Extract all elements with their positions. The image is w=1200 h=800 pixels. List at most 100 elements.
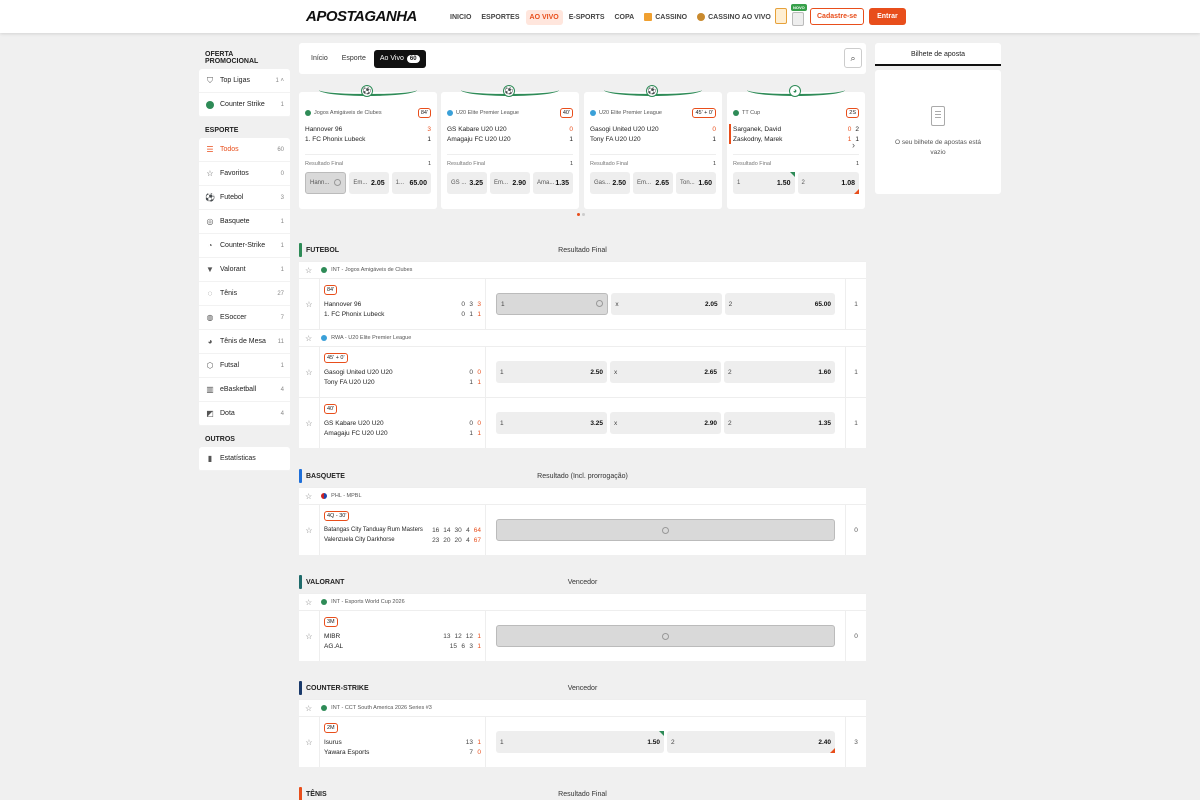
featured-card[interactable]: ◕ TT Cup 2S Sarganek, David 0 2 Zaskodny, M… <box>727 85 865 209</box>
match-info[interactable]: 4Q - 30' Batangas City Tanduay Rum Maste… <box>320 505 486 555</box>
sidebar-item-counter-strike[interactable]: ◔ Counter-Strike 1 <box>199 234 290 258</box>
nav-esportes[interactable]: ESPORTES <box>477 10 523 25</box>
match-row[interactable]: ☆ 45' + 0' Gasogi United U20 U20 0 0 Tony … <box>299 346 866 397</box>
star-icon[interactable]: ☆ <box>305 598 312 607</box>
tab-ao-vivo[interactable]: Ao Vivo 60 <box>373 49 426 68</box>
odd-button-locked[interactable] <box>496 519 835 541</box>
star-icon[interactable]: ☆ <box>299 505 320 555</box>
star-icon[interactable]: ☆ <box>299 398 320 448</box>
match-row[interactable]: ☆ 40' GS Kabare U20 U20 0 0 Amagaju FC U20… <box>299 397 866 448</box>
section-header[interactable]: VALORANT Vencedor <box>299 571 866 593</box>
more-markets[interactable]: 3 <box>845 717 866 767</box>
match-info[interactable]: 3M MIBR 13 12 12 1 AG.AL 15 6 3 1 <box>320 611 486 661</box>
sidebar-item-valorant[interactable]: ▼ Valorant 1 <box>199 258 290 282</box>
nav-copa[interactable]: COPA <box>611 10 639 25</box>
star-icon[interactable]: ☆ <box>305 334 312 343</box>
sidebar-item-basquete[interactable]: ◎ Basquete 1 <box>199 210 290 234</box>
match-info[interactable]: 45' + 0' Gasogi United U20 U20 0 0 Tony FA… <box>320 347 486 397</box>
more-markets[interactable]: 0 <box>845 505 866 555</box>
league-row[interactable]: ☆ INT - Jogos Amigáveis de Clubes <box>299 261 866 278</box>
odd-button-home[interactable]: Hann... <box>305 172 347 194</box>
nav-ao-vivo[interactable]: AO VIVO <box>525 9 563 25</box>
sidebar-item-futsal[interactable]: ⬡ Futsal 1 <box>199 354 290 378</box>
odd-button-draw[interactable]: x 2.90 <box>610 412 721 434</box>
star-icon[interactable]: ☆ <box>299 347 320 397</box>
search-button[interactable]: ⌕ <box>844 48 862 68</box>
logo[interactable]: APOSTAGANHA <box>306 8 417 25</box>
odd-button-locked[interactable] <box>496 625 835 647</box>
odd-button-home[interactable]: 1 3.25 <box>496 412 607 434</box>
featured-card[interactable]: ⚽ U20 Elite Premier League 45' + 0' Gasog… <box>584 85 722 209</box>
more-markets[interactable]: 1 <box>845 398 866 448</box>
odd-button-away[interactable]: 1... 65.00 <box>391 172 431 194</box>
odd-button-home[interactable]: Gas... 2.50 <box>590 172 630 194</box>
more-markets[interactable]: 0 <box>845 611 866 661</box>
carousel-dot[interactable] <box>577 213 580 216</box>
section-header[interactable]: FUTEBOL Resultado Final <box>299 239 866 261</box>
odd-button-away[interactable]: 2 2.40 <box>667 731 835 753</box>
league-row[interactable]: ☆ PHL - MPBL <box>299 487 866 504</box>
section-header[interactable]: BASQUETE Resultado (Incl. prorrogação) <box>299 465 866 487</box>
star-icon[interactable]: ☆ <box>299 611 320 661</box>
match-row[interactable]: ☆ 84' Hannover 96 0 3 3 1. FC Phonix Lubeck… <box>299 278 866 329</box>
odd-button-home[interactable]: 1 1.50 <box>496 731 664 753</box>
featured-card[interactable]: ⚽ U20 Elite Premier League 40' GS Kabare … <box>441 85 579 209</box>
chevron-right-icon[interactable]: › <box>852 140 855 150</box>
odd-button-draw[interactable]: Em... 2.65 <box>633 172 673 194</box>
odd-button-draw[interactable]: x 2.65 <box>610 361 721 383</box>
sidebar-item-tenis[interactable]: ◌ Tênis 27 <box>199 282 290 306</box>
section-header[interactable]: TÊNIS Resultado Final <box>299 783 866 800</box>
novo-button[interactable]: NOVO <box>791 4 807 26</box>
bet-slip-title[interactable]: Bilhete de aposta <box>875 43 1001 66</box>
odd-button-away[interactable]: 2 1.60 <box>724 361 835 383</box>
league-row[interactable]: ☆ INT - Esports World Cup 2026 <box>299 593 866 610</box>
odd-button-home[interactable]: 1 <box>496 293 609 315</box>
sidebar-item-estatisticas[interactable]: ▮ Estatísticas <box>199 447 290 471</box>
odd-button-away[interactable]: Ton... 1.60 <box>676 172 716 194</box>
match-info[interactable]: 40' GS Kabare U20 U20 0 0 Amagaju FC U20 U… <box>320 398 486 448</box>
match-row[interactable]: ☆ 4Q - 30' Batangas City Tanduay Rum Mas… <box>299 504 866 555</box>
odd-button-draw[interactable]: x 2.05 <box>611 293 722 315</box>
odd-button-away[interactable]: Ama... 1.35 <box>533 172 573 194</box>
login-button[interactable]: Entrar <box>869 7 906 25</box>
star-icon[interactable]: ☆ <box>305 492 312 501</box>
tab-inicio[interactable]: Início <box>305 50 334 67</box>
star-icon[interactable]: ☆ <box>299 717 320 767</box>
odd-button-draw[interactable]: Em... 2.05 <box>349 172 389 194</box>
sidebar-item-todos[interactable]: ☰ Todos 60 <box>199 138 290 162</box>
gift-icon[interactable] <box>775 8 787 24</box>
sidebar-item-top-ligas[interactable]: ⛉ Top Ligas 1 ˄ <box>199 69 290 93</box>
odd-button-home[interactable]: 1 1.50 <box>733 172 795 194</box>
star-icon[interactable]: ☆ <box>305 704 312 713</box>
more-markets[interactable]: 1 <box>845 347 866 397</box>
more-markets[interactable]: 1 <box>845 279 866 329</box>
carousel-dot[interactable] <box>582 213 585 216</box>
featured-card[interactable]: ⚽ Jogos Amigáveis de Clubes 84' Hannover … <box>299 85 437 209</box>
sidebar-item-ebasketball[interactable]: ▥ eBasketball 4 <box>199 378 290 402</box>
tab-esporte[interactable]: Esporte <box>336 50 372 67</box>
match-row[interactable]: ☆ 3M MIBR 13 12 12 1 AG.AL 15 6 3 1 0 <box>299 610 866 661</box>
sidebar-item-favoritos[interactable]: ☆ Favoritos 0 <box>199 162 290 186</box>
odd-button-home[interactable]: GS ... 3.25 <box>447 172 487 194</box>
match-info[interactable]: 84' Hannover 96 0 3 3 1. FC Phonix Lubeck 0 1… <box>320 279 486 329</box>
star-icon[interactable]: ☆ <box>299 279 320 329</box>
odd-button-home[interactable]: 1 2.50 <box>496 361 607 383</box>
sidebar-item-futebol[interactable]: ⚽ Futebol 3 <box>199 186 290 210</box>
section-header[interactable]: COUNTER-STRIKE Vencedor <box>299 677 866 699</box>
sidebar-item-dota[interactable]: ◩ Dota 4 <box>199 402 290 426</box>
odd-button-away[interactable]: 2 1.08 <box>797 172 859 194</box>
sidebar-item-esoccer[interactable]: ◍ ESoccer 7 <box>199 306 290 330</box>
match-row[interactable]: ☆ 2M Isurus 13 1 Yawara Esports 7 0 1 1.50 22… <box>299 716 866 767</box>
nav-e-sports[interactable]: E-SPORTS <box>565 10 609 25</box>
nav-cassino-ao-vivo[interactable]: CASSINO AO VIVO <box>693 9 775 25</box>
sidebar-item-counter-strike-promo[interactable]: Counter Strike 1 <box>199 93 290 117</box>
register-button[interactable]: Cadastre-se <box>810 7 865 25</box>
nav-cassino[interactable]: CASSINO <box>640 9 691 25</box>
odd-button-draw[interactable]: Em... 2.90 <box>490 172 530 194</box>
odd-button-away[interactable]: 2 1.35 <box>724 412 835 434</box>
league-row[interactable]: ☆ INT - CCT South America 2026 Series #3 <box>299 699 866 716</box>
nav-inicio[interactable]: INICIO <box>446 10 475 25</box>
match-info[interactable]: 2M Isurus 13 1 Yawara Esports 7 0 <box>320 717 486 767</box>
league-row[interactable]: ☆ RWA - U20 Elite Premier League <box>299 329 866 346</box>
star-icon[interactable]: ☆ <box>305 266 312 275</box>
